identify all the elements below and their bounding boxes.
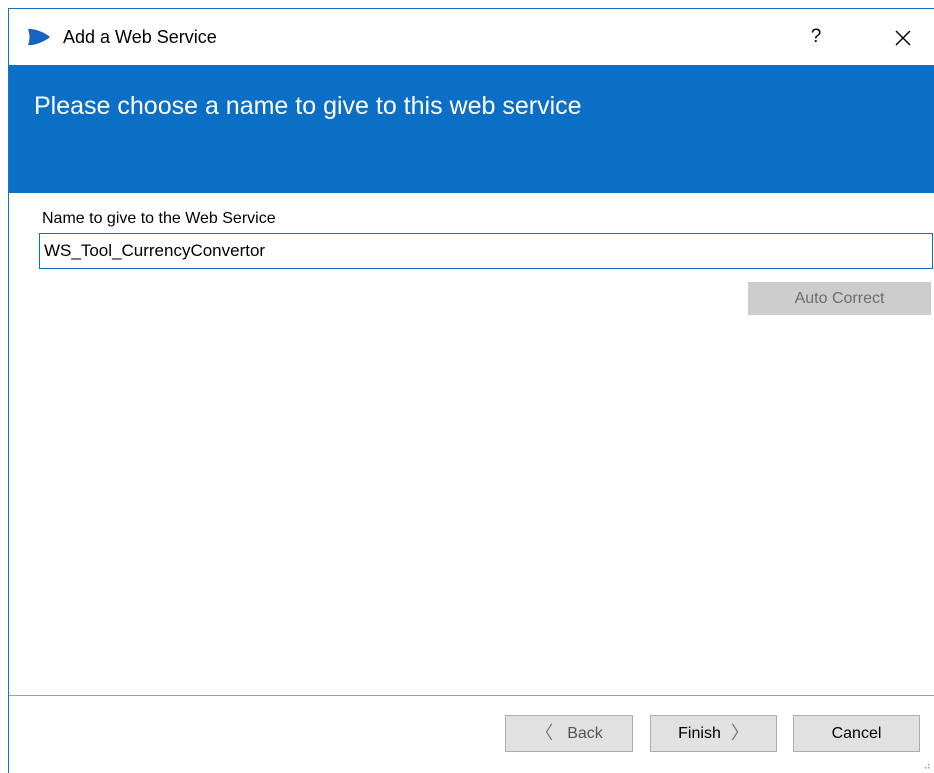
footer-divider xyxy=(9,695,934,696)
cancel-button[interactable]: Cancel xyxy=(793,715,920,752)
finish-button-label: Finish xyxy=(678,725,721,742)
web-service-name-input[interactable] xyxy=(39,233,933,269)
chevron-left-icon: 〈 xyxy=(535,723,554,743)
close-button[interactable] xyxy=(886,23,920,53)
finish-button[interactable]: Finish 〉 xyxy=(650,715,777,752)
page-title: Please choose a name to give to this web… xyxy=(34,92,582,120)
app-logo-icon xyxy=(28,28,50,46)
header-banner: Please choose a name to give to this web… xyxy=(9,65,934,193)
name-field-label: Name to give to the Web Service xyxy=(42,210,276,227)
title-bar: Add a Web Service ? xyxy=(9,9,934,65)
auto-correct-button[interactable]: Auto Correct xyxy=(748,282,931,315)
window-title: Add a Web Service xyxy=(63,27,217,47)
cancel-button-label: Cancel xyxy=(831,725,882,742)
close-icon xyxy=(895,30,911,46)
add-web-service-dialog: Add a Web Service ? Please choose a name… xyxy=(8,8,934,773)
back-button[interactable]: 〈 Back xyxy=(505,715,633,752)
back-button-label: Back xyxy=(567,725,603,742)
resize-grip-icon[interactable] xyxy=(924,763,930,769)
help-button[interactable]: ? xyxy=(799,23,833,53)
chevron-right-icon: 〉 xyxy=(730,723,749,743)
